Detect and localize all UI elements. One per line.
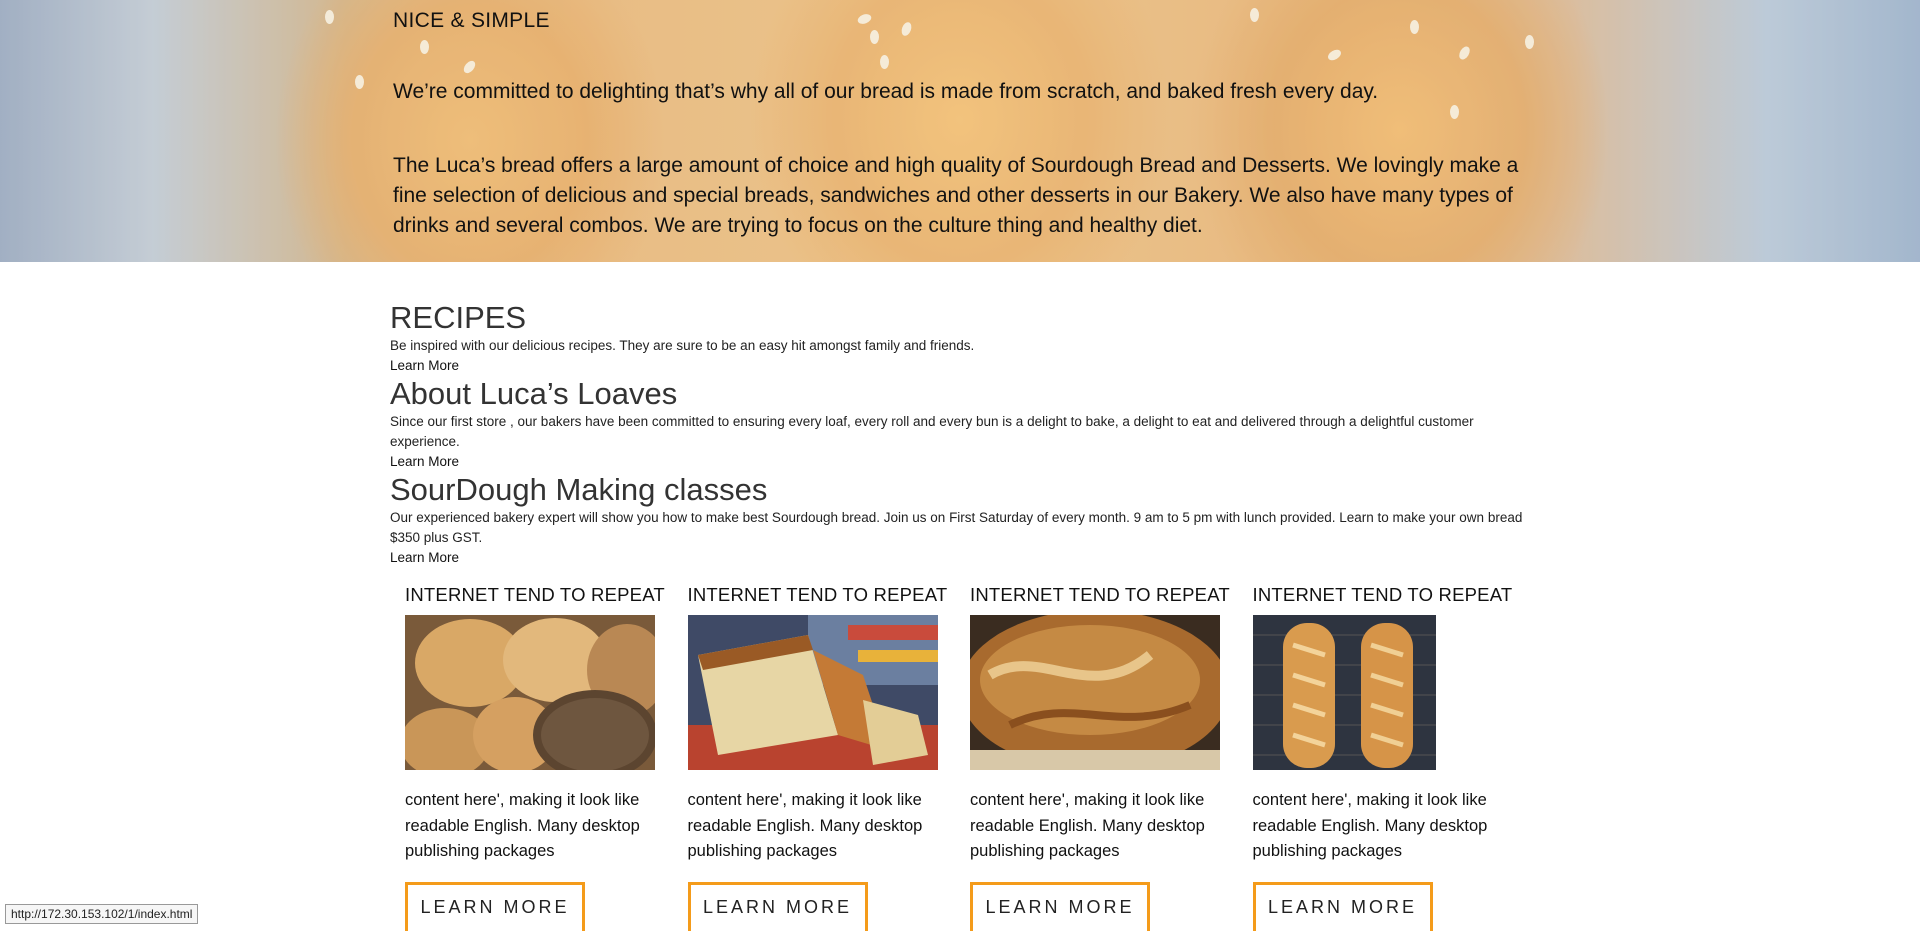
section-text: Be inspired with our delicious recipes. … [390,338,975,353]
sliced-loaf-image [687,615,938,770]
learn-more-button[interactable]: LEARN MORE [1252,881,1433,931]
hero-description-text: The Luca’s bread offers a large amount o… [393,154,1519,237]
section-text: Since our first store , our bakers have … [390,414,1474,449]
baguettes-image [1252,615,1436,770]
about-section: About Luca’s Loaves Since our first stor… [390,376,1530,472]
learn-more-link[interactable]: Learn More [390,548,1530,568]
learn-more-button[interactable]: LEARN MORE [405,881,585,931]
card-text: content here', making it look like reada… [405,791,640,860]
info-sections: RECIPES Be inspired with our delicious r… [390,300,1530,568]
learn-more-button[interactable]: LEARN MORE [970,881,1150,931]
hero-kicker: NICE & SIMPLE [393,9,550,32]
product-card: INTERNET TEND TO REPEAT content here', m… [405,583,688,931]
hero-intro-text: We’re committed to delighting that’s why… [393,80,1379,103]
product-card: INTERNET TEND TO REPEAT content here', m… [970,583,1253,931]
section-title: RECIPES [390,300,527,335]
learn-more-link[interactable]: Learn More [390,452,1530,472]
card-title: INTERNET TEND TO REPEAT [405,584,665,605]
bread-rolls-image [405,615,655,770]
card-title: INTERNET TEND TO REPEAT [970,584,1230,605]
section-text: Our experienced bakery expert will show … [390,510,1523,545]
classes-section: SourDough Making classes Our experienced… [390,472,1530,568]
learn-more-button[interactable]: LEARN MORE [687,881,868,931]
recipes-section: RECIPES Be inspired with our delicious r… [390,300,1530,376]
card-text: content here', making it look like reada… [1252,791,1488,860]
card-grid: INTERNET TEND TO REPEAT content here', m… [405,583,1535,931]
section-title: About Luca’s Loaves [390,376,678,411]
card-title: INTERNET TEND TO REPEAT [1252,584,1513,605]
product-card: INTERNET TEND TO REPEAT content here', m… [687,583,971,931]
rustic-bread-image [970,615,1220,770]
card-title: INTERNET TEND TO REPEAT [687,584,948,605]
status-bar-url: http://172.30.153.102/1/index.html [5,904,199,924]
hero-banner: NICE & SIMPLE We’re committed to delight… [0,0,1920,262]
section-title: SourDough Making classes [390,472,768,507]
learn-more-link[interactable]: Learn More [390,356,1530,376]
card-text: content here', making it look like reada… [687,791,923,860]
card-text: content here', making it look like reada… [970,791,1205,860]
product-card: INTERNET TEND TO REPEAT content here', m… [1252,583,1536,931]
